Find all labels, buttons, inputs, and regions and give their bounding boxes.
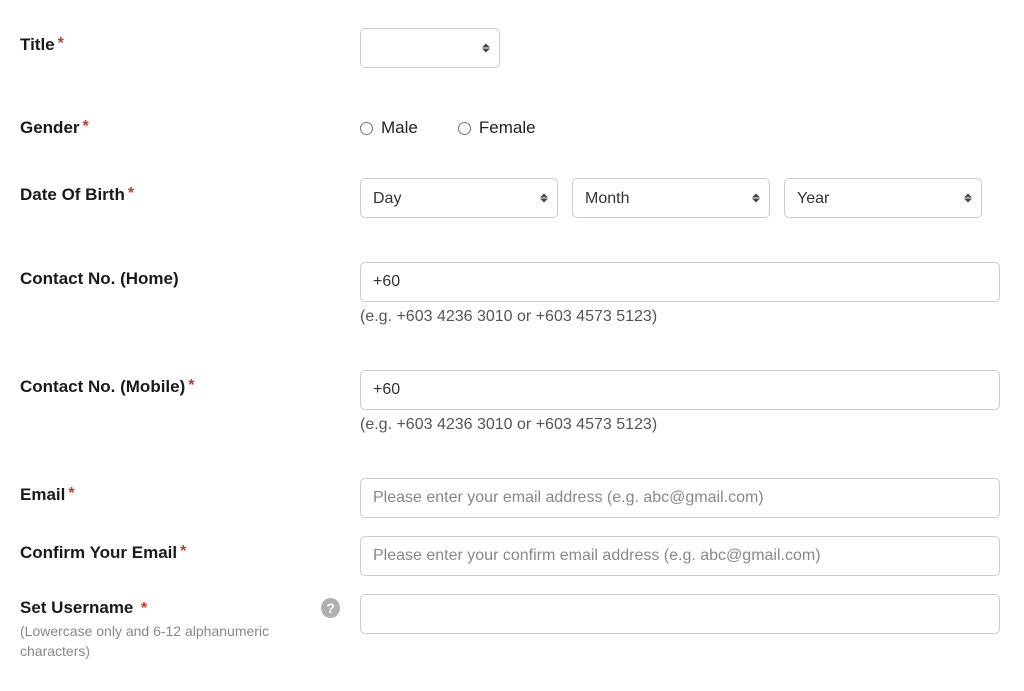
contact-mobile-helper: (e.g. +603 4236 3010 or +603 4573 5123) (360, 416, 1000, 434)
radio-female[interactable] (458, 122, 471, 135)
username-label: Set Username (20, 598, 133, 617)
confirm-email-label: Confirm Your Email (20, 543, 177, 563)
dob-day-select[interactable]: Day (360, 178, 558, 218)
contact-mobile-input[interactable] (360, 370, 1000, 410)
required-mark: * (68, 485, 74, 503)
dob-label: Date Of Birth (20, 185, 125, 205)
required-mark: * (180, 543, 186, 561)
gender-label: Gender (20, 118, 80, 138)
row-dob: Date Of Birth * Day Month (20, 178, 1000, 218)
title-label: Title (20, 35, 55, 55)
required-mark: * (188, 377, 194, 395)
contact-home-label: Contact No. (Home) (20, 269, 179, 289)
confirm-email-input[interactable] (360, 536, 1000, 576)
label-col: Set Username * (Lowercase only and 6-12 … (20, 594, 360, 661)
contact-home-input[interactable] (360, 262, 1000, 302)
label-col: Email * (20, 478, 360, 505)
radio-male-item: Male (360, 118, 418, 138)
row-confirm-email: Confirm Your Email * (20, 536, 1000, 576)
title-select[interactable] (360, 28, 500, 68)
contact-home-helper: (e.g. +603 4236 3010 or +603 4573 5123) (360, 308, 1000, 326)
input-col (360, 594, 1000, 634)
input-col (360, 478, 1000, 518)
contact-mobile-label: Contact No. (Mobile) (20, 377, 185, 397)
required-mark: * (58, 35, 64, 53)
email-label: Email (20, 485, 65, 505)
input-col: Male Female (360, 118, 1000, 138)
registration-form: Title * Gender * Male (20, 28, 1000, 661)
input-col: (e.g. +603 4236 3010 or +603 4573 5123) (360, 370, 1000, 434)
label-col: Gender * (20, 118, 360, 138)
radio-male[interactable] (360, 122, 373, 135)
row-title: Title * (20, 28, 1000, 68)
label-col: Contact No. (Mobile) * (20, 370, 360, 397)
radio-female-item: Female (458, 118, 536, 138)
input-col (360, 536, 1000, 576)
dob-year-select[interactable]: Year (784, 178, 982, 218)
gender-radio-group: Male Female (360, 118, 1000, 138)
radio-female-label[interactable]: Female (479, 118, 536, 138)
row-email: Email * (20, 478, 1000, 518)
dob-group: Day Month Year (360, 178, 1000, 218)
username-input[interactable] (360, 594, 1000, 634)
required-mark: * (128, 185, 134, 203)
input-col: (e.g. +603 4236 3010 or +603 4573 5123) (360, 262, 1000, 326)
label-col: Contact No. (Home) (20, 262, 360, 289)
username-helper: (Lowercase only and 6-12 alphanumeric ch… (20, 622, 321, 661)
dob-month-select[interactable]: Month (572, 178, 770, 218)
required-mark: * (83, 118, 89, 136)
row-contact-mobile: Contact No. (Mobile) * (e.g. +603 4236 3… (20, 370, 1000, 434)
help-icon[interactable]: ? (321, 598, 340, 618)
input-col: Day Month Year (360, 178, 1000, 218)
label-col: Title * (20, 28, 360, 55)
required-mark: * (141, 600, 147, 617)
label-col: Date Of Birth * (20, 178, 360, 205)
row-username: Set Username * (Lowercase only and 6-12 … (20, 594, 1000, 661)
row-gender: Gender * Male Female (20, 118, 1000, 138)
input-col (360, 28, 1000, 68)
row-contact-home: Contact No. (Home) (e.g. +603 4236 3010 … (20, 262, 1000, 326)
radio-male-label[interactable]: Male (381, 118, 418, 138)
label-col: Confirm Your Email * (20, 536, 360, 563)
email-input[interactable] (360, 478, 1000, 518)
